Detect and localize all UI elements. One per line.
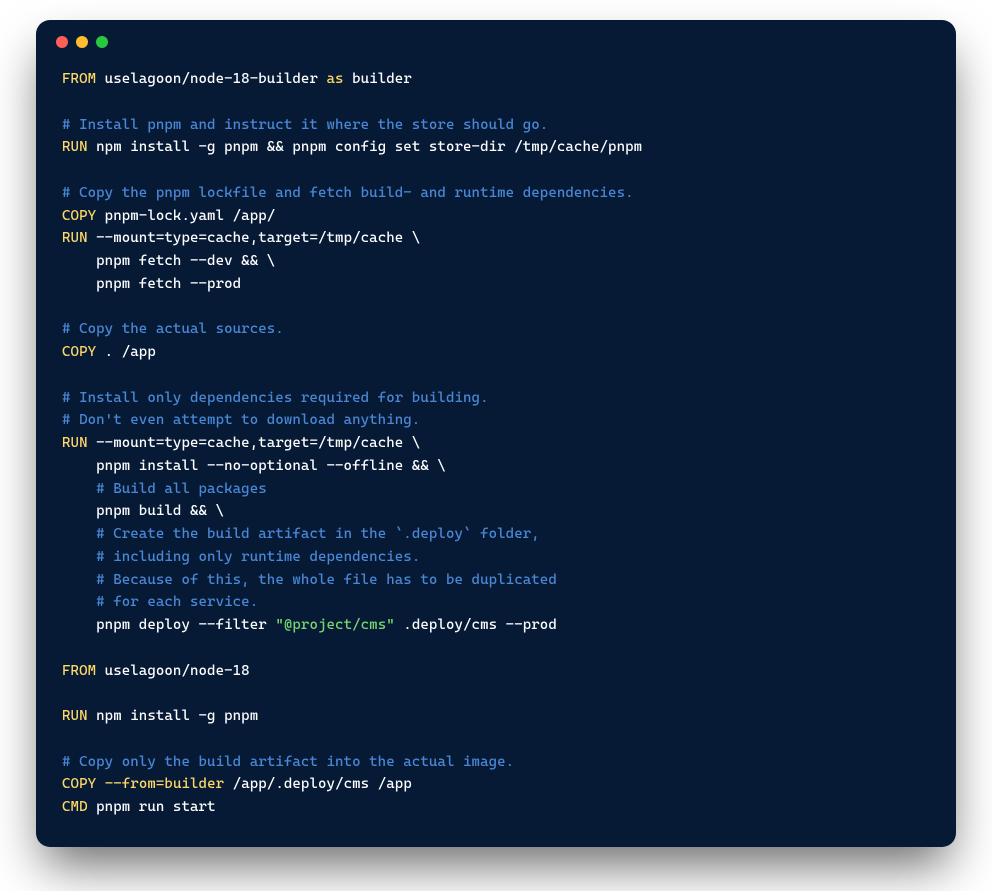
code-token: FROM xyxy=(62,663,96,679)
code-token: # Copy the actual sources. xyxy=(62,321,284,337)
code-line: pnpm deploy --filter "@project/cms" .dep… xyxy=(62,614,930,637)
code-line: # Because of this, the whole file has to… xyxy=(62,569,930,592)
code-line: COPY . /app xyxy=(62,341,930,364)
code-line xyxy=(62,364,930,387)
code-line: # Don't even attempt to download anythin… xyxy=(62,409,930,432)
code-line: pnpm fetch --dev && \ xyxy=(62,250,930,273)
code-token: # Build all packages xyxy=(96,481,267,497)
code-token: CMD xyxy=(62,799,88,815)
code-line: CMD pnpm run start xyxy=(62,796,930,819)
code-line: # Build all packages xyxy=(62,478,930,501)
code-line: RUN npm install -g pnpm xyxy=(62,705,930,728)
code-token: RUN xyxy=(62,435,88,451)
code-line: # Install pnpm and instruct it where the… xyxy=(62,114,930,137)
close-icon[interactable] xyxy=(56,36,68,48)
code-token: npm install -g pnpm && pnpm config set s… xyxy=(88,139,643,155)
code-line: RUN npm install -g pnpm && pnpm config s… xyxy=(62,136,930,159)
code-token: RUN xyxy=(62,139,88,155)
code-line: COPY --from=builder /app/.deploy/cms /ap… xyxy=(62,773,930,796)
code-token: "@project/cms" xyxy=(275,617,394,633)
code-token: pnpm build && \ xyxy=(62,503,224,519)
code-line: RUN --mount=type=cache,target=/tmp/cache… xyxy=(62,227,930,250)
code-token: pnpm deploy --filter xyxy=(62,617,275,633)
code-token xyxy=(96,776,105,792)
code-token: # Install only dependencies required for… xyxy=(62,390,489,406)
code-line xyxy=(62,637,930,660)
code-token: # Create the build artifact in the `.dep… xyxy=(96,526,540,542)
code-line: # Copy the actual sources. xyxy=(62,318,930,341)
code-token: pnpm run start xyxy=(88,799,216,815)
code-token xyxy=(62,572,96,588)
code-line: FROM uselagoon/node-18 xyxy=(62,660,930,683)
code-token: uselagoon/node-18-builder xyxy=(96,71,326,87)
code-token: COPY xyxy=(62,344,96,360)
code-token: # Install pnpm and instruct it where the… xyxy=(62,117,548,133)
code-token: .deploy/cms --prod xyxy=(395,617,557,633)
terminal-window: FROM uselagoon/node-18-builder as builde… xyxy=(36,20,956,847)
code-token: as xyxy=(327,71,344,87)
code-token: # Copy the pnpm lockfile and fetch build… xyxy=(62,185,634,201)
minimize-icon[interactable] xyxy=(76,36,88,48)
code-token: pnpm-lock.yaml /app/ xyxy=(96,208,275,224)
code-line xyxy=(62,91,930,114)
code-line: COPY pnpm-lock.yaml /app/ xyxy=(62,205,930,228)
maximize-icon[interactable] xyxy=(96,36,108,48)
code-line: # including only runtime dependencies. xyxy=(62,546,930,569)
code-token: # Copy only the build artifact into the … xyxy=(62,754,514,770)
code-token: /app/.deploy/cms /app xyxy=(224,776,412,792)
code-token xyxy=(62,481,96,497)
code-line: # Install only dependencies required for… xyxy=(62,387,930,410)
code-token: # for each service. xyxy=(96,594,258,610)
code-line: # for each service. xyxy=(62,591,930,614)
code-token: pnpm fetch --prod xyxy=(62,276,241,292)
code-token: pnpm install --no-optional --offline && … xyxy=(62,458,446,474)
code-line: # Copy only the build artifact into the … xyxy=(62,751,930,774)
code-token: pnpm fetch --dev && \ xyxy=(62,253,275,269)
code-block: FROM uselagoon/node-18-builder as builde… xyxy=(36,52,956,847)
code-line xyxy=(62,682,930,705)
code-token: FROM xyxy=(62,71,96,87)
code-token: . /app xyxy=(96,344,156,360)
code-token: builder xyxy=(344,71,412,87)
code-line xyxy=(62,728,930,751)
code-line xyxy=(62,296,930,319)
code-line: RUN --mount=type=cache,target=/tmp/cache… xyxy=(62,432,930,455)
code-token: COPY xyxy=(62,208,96,224)
code-token: # Because of this, the whole file has to… xyxy=(96,572,557,588)
code-token: --mount=type=cache,target=/tmp/cache \ xyxy=(88,435,421,451)
code-line: pnpm install --no-optional --offline && … xyxy=(62,455,930,478)
code-token: --from=builder xyxy=(105,776,224,792)
code-token: RUN xyxy=(62,230,88,246)
code-line: # Copy the pnpm lockfile and fetch build… xyxy=(62,182,930,205)
code-line: pnpm build && \ xyxy=(62,500,930,523)
title-bar xyxy=(36,20,956,52)
code-token: # including only runtime dependencies. xyxy=(96,549,420,565)
code-token: RUN xyxy=(62,708,88,724)
code-token: npm install -g pnpm xyxy=(88,708,259,724)
code-token: uselagoon/node-18 xyxy=(96,663,250,679)
code-line xyxy=(62,159,930,182)
code-token: # Don't even attempt to download anythin… xyxy=(62,412,420,428)
code-token: COPY xyxy=(62,776,96,792)
code-token xyxy=(62,594,96,610)
code-token: --mount=type=cache,target=/tmp/cache \ xyxy=(88,230,421,246)
code-token xyxy=(62,549,96,565)
code-line: # Create the build artifact in the `.dep… xyxy=(62,523,930,546)
code-token xyxy=(62,526,96,542)
code-line: FROM uselagoon/node-18-builder as builde… xyxy=(62,68,930,91)
code-line: pnpm fetch --prod xyxy=(62,273,930,296)
